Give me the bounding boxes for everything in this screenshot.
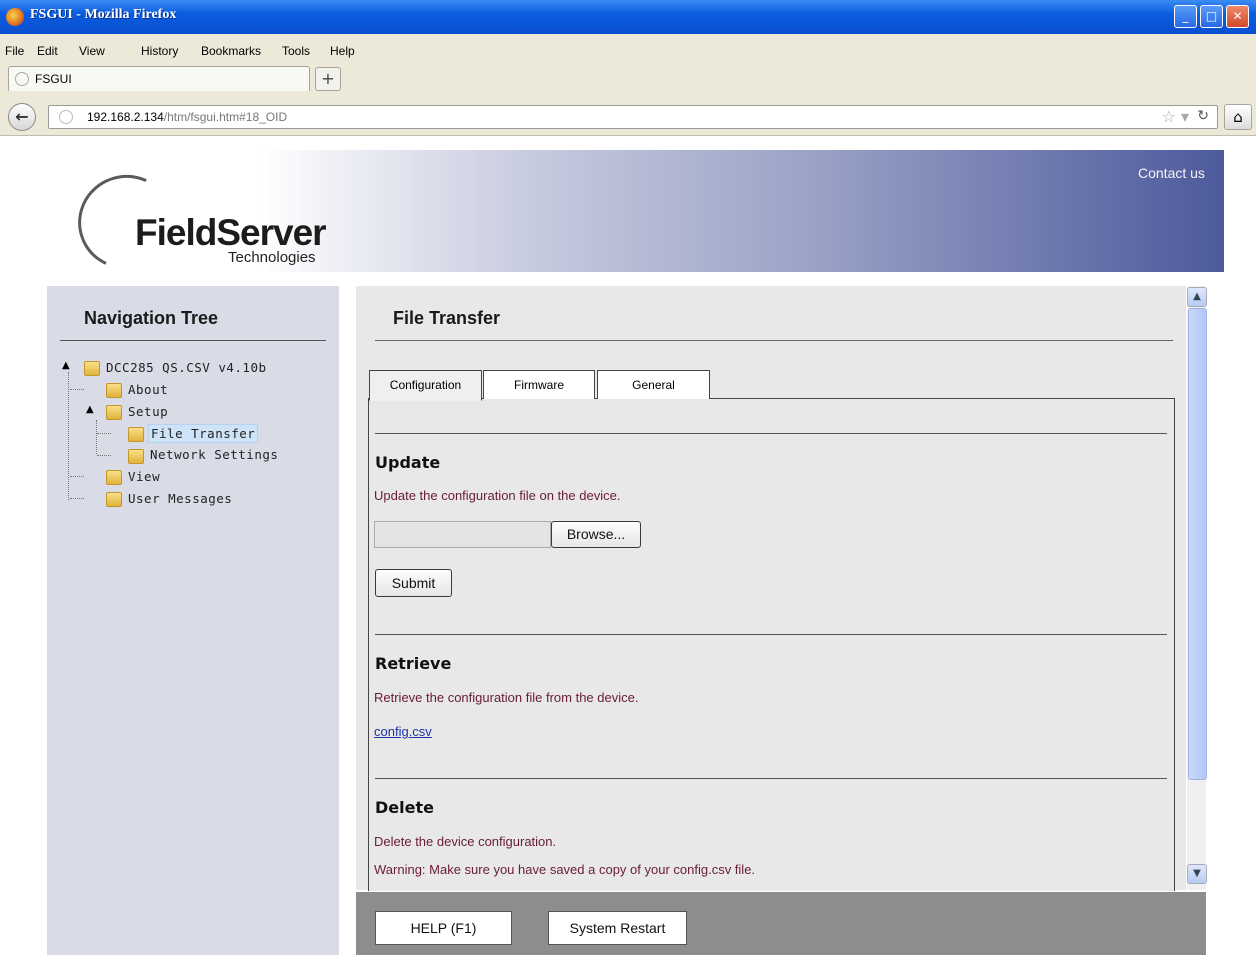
submit-button[interactable]: Submit bbox=[375, 569, 452, 597]
scrollbar-thumb[interactable] bbox=[1188, 308, 1207, 780]
home-button[interactable]: ⌂ bbox=[1224, 104, 1252, 130]
browser-tab[interactable]: FSGUI bbox=[8, 66, 310, 91]
tree-item-network-settings[interactable]: Network Settings bbox=[150, 447, 278, 462]
tree-branch bbox=[70, 476, 84, 477]
menu-tools[interactable]: Tools bbox=[282, 44, 310, 58]
tree-branch bbox=[97, 433, 111, 434]
folder-icon bbox=[106, 492, 122, 507]
tab-general[interactable]: General bbox=[597, 370, 710, 399]
minimize-button[interactable]: _ bbox=[1174, 5, 1197, 28]
tab-content bbox=[368, 398, 1175, 891]
back-button[interactable]: ← bbox=[8, 103, 36, 131]
menu-bookmarks[interactable]: Bookmarks bbox=[201, 44, 261, 58]
folder-icon bbox=[106, 405, 122, 420]
menu-file[interactable]: File bbox=[5, 44, 24, 58]
nav-title: Navigation Tree bbox=[84, 308, 219, 328]
delete-warning: Warning: Make sure you have saved a copy… bbox=[374, 862, 756, 877]
tab-configuration[interactable]: Configuration bbox=[369, 370, 482, 401]
reload-icon[interactable]: ↻ bbox=[1197, 108, 1209, 124]
folder-icon bbox=[106, 470, 122, 485]
help-button[interactable]: HELP (F1) bbox=[375, 911, 512, 945]
menu-edit[interactable]: Edit bbox=[37, 44, 58, 58]
tree-item-about[interactable]: About bbox=[128, 382, 168, 397]
tab-firmware[interactable]: Firmware bbox=[483, 370, 595, 399]
tree-branch bbox=[97, 455, 111, 456]
site-identity-icon bbox=[59, 110, 73, 124]
maximize-button[interactable]: □ bbox=[1200, 5, 1223, 28]
folder-icon bbox=[128, 427, 144, 442]
firefox-icon bbox=[6, 8, 24, 26]
logo-text: FieldServer bbox=[135, 212, 327, 253]
window-title-bar: FSGUI - Mozilla Firefox _ □ ✕ bbox=[0, 0, 1256, 34]
browser-tab-label: FSGUI bbox=[35, 72, 72, 86]
title-divider bbox=[375, 340, 1173, 341]
retrieve-heading: Retrieve bbox=[375, 654, 452, 673]
delete-description: Delete the device configuration. bbox=[374, 834, 557, 849]
tree-item-view[interactable]: View bbox=[128, 469, 160, 484]
section-divider bbox=[375, 634, 1167, 635]
section-divider bbox=[375, 778, 1167, 779]
tree-line bbox=[96, 420, 97, 454]
menu-help[interactable]: Help bbox=[330, 44, 355, 58]
file-path-field[interactable] bbox=[374, 521, 551, 548]
tree-branch bbox=[70, 498, 84, 499]
update-description: Update the configuration file on the dev… bbox=[374, 488, 621, 503]
delete-heading: Delete bbox=[375, 798, 434, 817]
bookmark-star-icon[interactable]: ☆ ▾ bbox=[1162, 107, 1189, 126]
page-icon bbox=[15, 72, 29, 86]
browse-button[interactable]: Browse... bbox=[551, 521, 641, 548]
tree-item-setup[interactable]: Setup bbox=[128, 404, 168, 419]
tree-line bbox=[68, 372, 69, 500]
scroll-down-icon[interactable]: ▼ bbox=[1187, 864, 1207, 884]
menu-bar bbox=[0, 34, 1256, 64]
menu-history[interactable]: History bbox=[141, 44, 178, 58]
nav-divider bbox=[60, 340, 326, 341]
config-file-link[interactable]: config.csv bbox=[374, 724, 432, 739]
tree-root[interactable]: DCC285 QS.CSV v4.10b bbox=[106, 360, 267, 375]
navigation-panel bbox=[47, 286, 339, 955]
folder-icon bbox=[106, 383, 122, 398]
url-host: 192.168.2.134 bbox=[87, 110, 164, 124]
page-title: File Transfer bbox=[393, 308, 501, 328]
menu-view[interactable]: View bbox=[79, 44, 105, 58]
expand-icon[interactable]: ▲ bbox=[62, 360, 70, 371]
tree-item-file-transfer[interactable]: File Transfer bbox=[148, 424, 259, 443]
url-path: /htm/fsgui.htm#18_OID bbox=[163, 110, 288, 124]
section-divider bbox=[375, 433, 1167, 434]
window-title: FSGUI - Mozilla Firefox bbox=[30, 7, 177, 22]
url-text: 192.168.2.134/htm/fsgui.htm#18_OID bbox=[87, 110, 287, 124]
retrieve-description: Retrieve the configuration file from the… bbox=[374, 690, 639, 705]
tree-item-user-messages[interactable]: User Messages bbox=[128, 491, 232, 506]
folder-icon bbox=[84, 361, 100, 376]
new-tab-button[interactable]: + bbox=[315, 67, 341, 91]
expand-icon[interactable]: ▲ bbox=[86, 404, 94, 415]
update-heading: Update bbox=[375, 453, 441, 472]
logo-subtext: Technologies bbox=[228, 249, 316, 266]
url-bar[interactable]: 192.168.2.134/htm/fsgui.htm#18_OID ☆ ▾ ↻ bbox=[48, 105, 1218, 129]
contact-link[interactable]: Contact us bbox=[1138, 165, 1205, 181]
close-button[interactable]: ✕ bbox=[1226, 5, 1249, 28]
folder-icon bbox=[128, 449, 144, 464]
tree-branch bbox=[70, 389, 84, 390]
scroll-up-icon[interactable]: ▲ bbox=[1187, 287, 1207, 307]
system-restart-button[interactable]: System Restart bbox=[548, 911, 687, 945]
